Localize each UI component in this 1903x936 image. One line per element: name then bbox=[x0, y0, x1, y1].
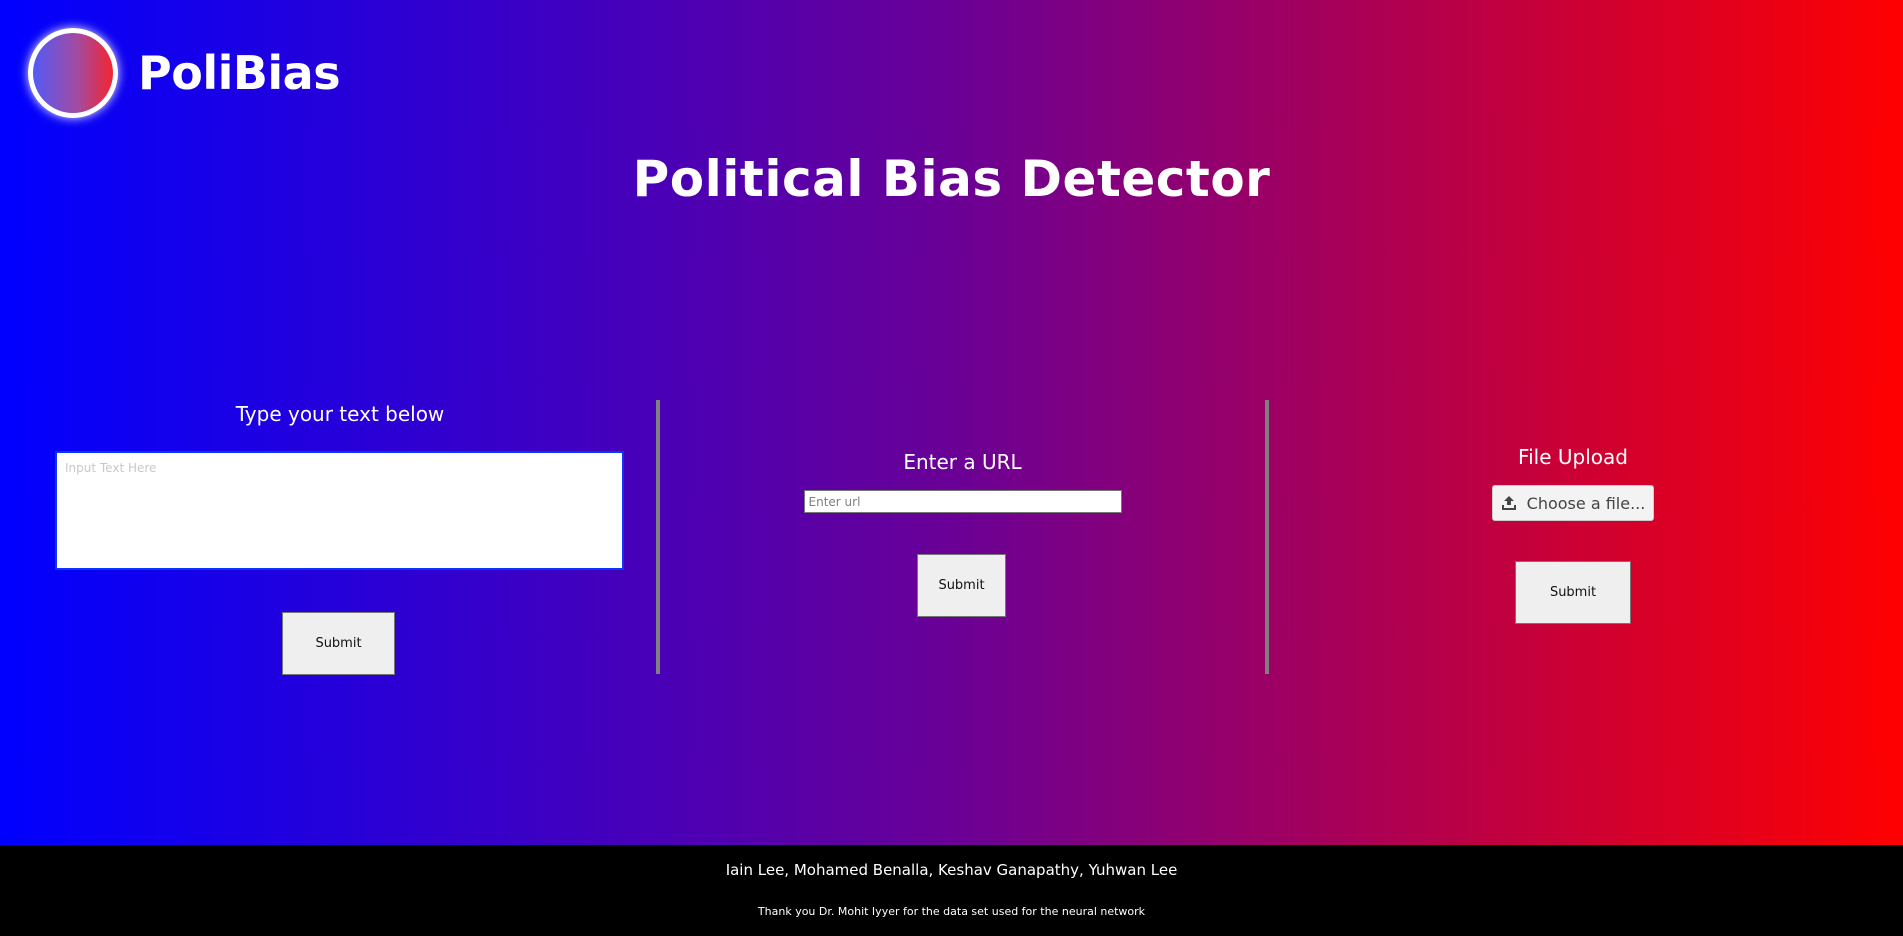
brand-name: PoliBias bbox=[138, 46, 341, 100]
logo-icon bbox=[28, 28, 118, 118]
text-input-panel: Type your text below Submit bbox=[40, 400, 640, 675]
url-submit-button[interactable]: Submit bbox=[917, 554, 1006, 617]
text-submit-button[interactable]: Submit bbox=[282, 612, 395, 675]
file-submit-button[interactable]: Submit bbox=[1515, 561, 1631, 624]
url-input-field[interactable] bbox=[803, 490, 1122, 513]
choose-file-button[interactable]: Choose a file... bbox=[1492, 485, 1654, 521]
footer: Iain Lee, Mohamed Benalla, Keshav Ganapa… bbox=[0, 845, 1903, 936]
main-background: PoliBias Political Bias Detector Type yo… bbox=[0, 0, 1903, 845]
file-panel-heading: File Upload bbox=[1518, 445, 1628, 469]
brand-header: PoliBias bbox=[28, 28, 341, 118]
url-panel-heading: Enter a URL bbox=[903, 450, 1022, 474]
footer-authors: Iain Lee, Mohamed Benalla, Keshav Ganapa… bbox=[725, 861, 1178, 879]
file-upload-panel: File Upload Choose a file... Submit bbox=[1268, 400, 1878, 674]
text-input-field[interactable] bbox=[55, 451, 624, 570]
url-input-panel: Enter a URL Submit bbox=[660, 400, 1265, 674]
choose-file-label: Choose a file... bbox=[1526, 493, 1646, 513]
upload-icon bbox=[1501, 495, 1517, 511]
text-panel-heading: Type your text below bbox=[235, 402, 445, 426]
page-title: Political Bias Detector bbox=[632, 150, 1271, 208]
footer-thanks: Thank you Dr. Mohit Iyyer for the data s… bbox=[757, 905, 1146, 918]
